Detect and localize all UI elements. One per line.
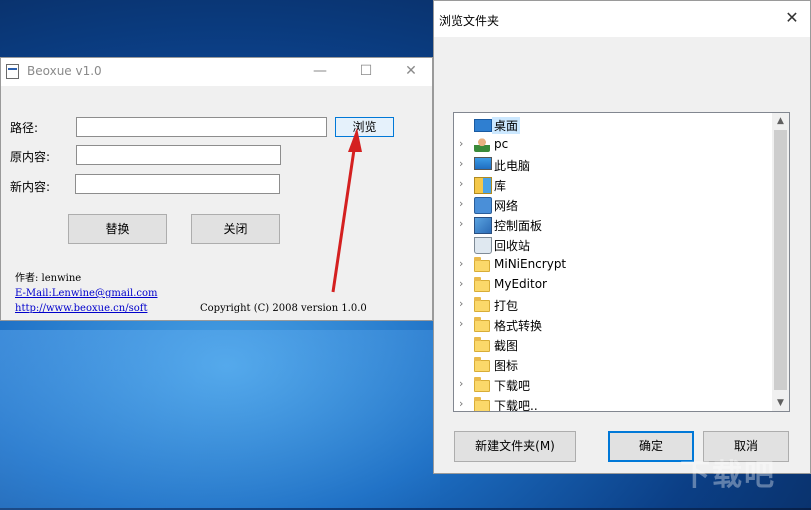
annotation-arrow-icon [331, 128, 362, 293]
